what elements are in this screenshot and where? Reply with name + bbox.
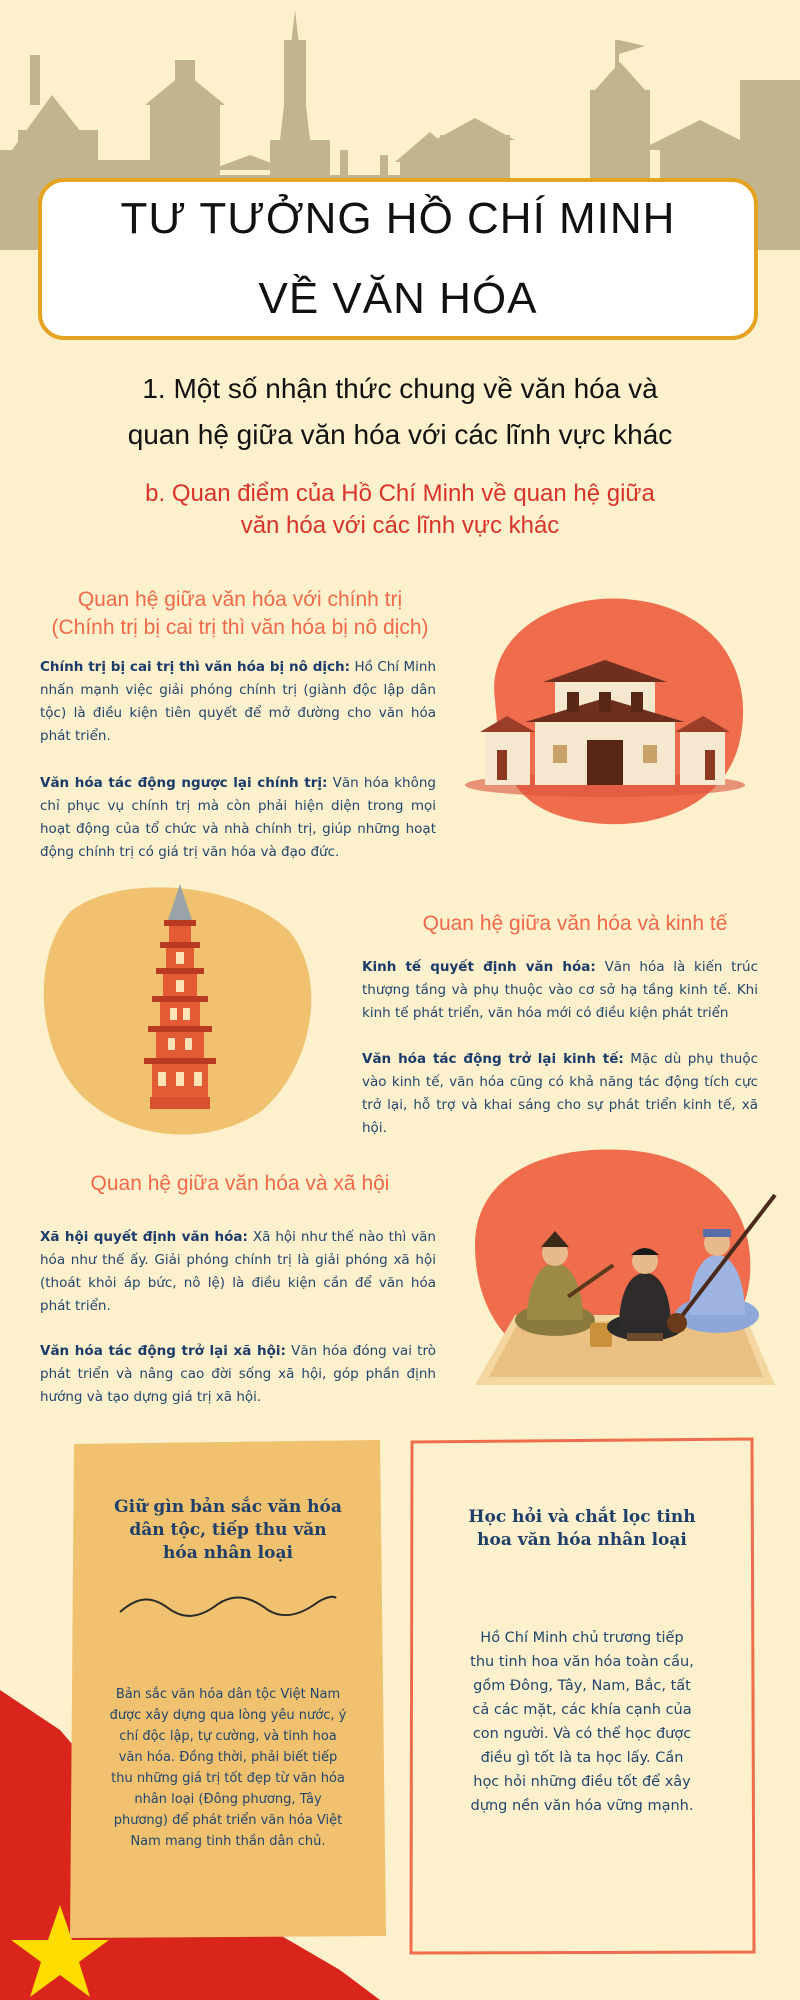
temple-illustration: [465, 598, 745, 825]
economy-p2-bold: Văn hóa tác động trở lại kinh tế:: [362, 1051, 624, 1067]
musicians-illustration: [475, 1149, 777, 1385]
section-title-line1: 1. Một số nhận thức chung về văn hóa và: [142, 373, 658, 404]
politics-heading-line1: Quan hệ giữa văn hóa với chính trị: [77, 588, 403, 611]
section-title: 1. Một số nhận thức chung về văn hóa và …: [60, 366, 740, 458]
page-title-line2: VỀ VĂN HÓA: [258, 274, 538, 323]
right-card-title-line1: Học hỏi và chắt lọc tinh: [468, 1507, 696, 1527]
title-box: TƯ TƯỞNG HỒ CHÍ MINH VỀ VĂN HÓA: [38, 178, 758, 340]
society-paragraph-1: Xã hội quyết định văn hóa: Xã hội như th…: [40, 1226, 436, 1318]
right-card-text: Hồ Chí Minh chủ trương tiếp thu tinh hoa…: [470, 1630, 694, 1814]
society-heading: Quan hệ giữa văn hóa và xã hội: [90, 1172, 390, 1195]
section-title-line2: quan hệ giữa văn hóa với các lĩnh vực kh…: [127, 419, 673, 450]
politics-p1-bold: Chính trị bị cai trị thì văn hóa bị nô d…: [40, 659, 351, 675]
left-card-text: Bản sắc văn hóa dân tộc Việt Nam được xâ…: [109, 1687, 347, 1849]
left-card-title: Giữ gìn bản sắc văn hóa dân tộc, tiếp th…: [90, 1496, 366, 1565]
politics-paragraph-1: Chính trị bị cai trị thì văn hóa bị nô d…: [40, 656, 436, 748]
society-paragraph-2: Văn hóa tác động trở lại xã hội: Văn hóa…: [40, 1340, 436, 1409]
section-subtitle-line2: văn hóa với các lĩnh vực khác: [240, 512, 560, 539]
economy-paragraph-1: Kinh tế quyết định văn hóa: Văn hóa là k…: [362, 956, 758, 1025]
left-card-title-line3: hóa nhân loại: [163, 1543, 293, 1563]
pagoda-illustration: [43, 884, 312, 1135]
economy-paragraph-2: Văn hóa tác động trở lại kinh tế: Mặc dù…: [362, 1048, 758, 1140]
left-card-title-line1: Giữ gìn bản sắc văn hóa: [114, 1497, 342, 1517]
section-subtitle: b. Quan điểm của Hồ Chí Minh về quan hệ …: [120, 478, 680, 542]
right-card-title: Học hỏi và chắt lọc tinh hoa văn hóa nhâ…: [440, 1506, 724, 1552]
page-title-line1: TƯ TƯỞNG HỒ CHÍ MINH: [120, 194, 676, 243]
right-card-title-line2: hoa văn hóa nhân loại: [477, 1530, 687, 1550]
politics-heading-line2: (Chính trị bị cai trị thì văn hóa bị nô …: [51, 616, 429, 639]
politics-p2-bold: Văn hóa tác động ngược lại chính trị:: [40, 775, 328, 791]
politics-paragraph-2: Văn hóa tác động ngược lại chính trị: Vă…: [40, 772, 436, 864]
society-p1-bold: Xã hội quyết định văn hóa:: [40, 1229, 248, 1245]
section-subtitle-line1: b. Quan điểm của Hồ Chí Minh về quan hệ …: [145, 480, 655, 507]
politics-heading: Quan hệ giữa văn hóa với chính trị (Chín…: [40, 586, 440, 642]
left-card-title-line2: dân tộc, tiếp thu văn: [129, 1520, 327, 1540]
economy-heading: Quan hệ giữa văn hóa và kinh tế: [422, 912, 728, 935]
wavy-divider-icon: [119, 1595, 337, 1617]
society-p2-bold: Văn hóa tác động trở lại xã hội:: [40, 1343, 286, 1359]
economy-p1-bold: Kinh tế quyết định văn hóa:: [362, 959, 596, 975]
